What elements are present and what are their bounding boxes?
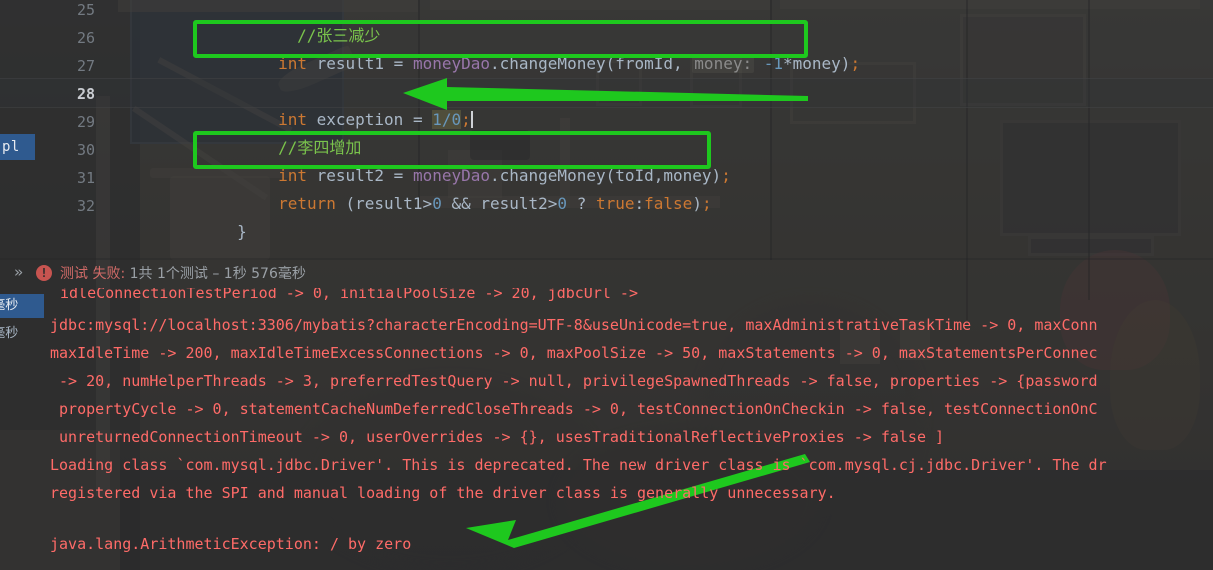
semicolon-3: ; xyxy=(721,166,731,185)
test-status-text: 测试 失败: 1共 1个测试 – 1秒 576毫秒 xyxy=(60,263,306,283)
test-status-detail: 1共 1个测试 – 1秒 576毫秒 xyxy=(125,266,306,282)
kw-int: int xyxy=(278,54,307,73)
call-changeMoney: .changeMoney(fromId, xyxy=(490,54,693,73)
close-paren: ) xyxy=(692,194,702,213)
test-status-failed-label: 测试 失败: xyxy=(60,266,126,282)
line-number: 25 xyxy=(76,1,95,19)
line-number: 30 xyxy=(76,141,95,159)
test-tree-item-selected[interactable]: 5毫秒 xyxy=(0,294,44,318)
test-tree-item[interactable]: 6毫秒 xyxy=(0,322,44,346)
line-number: 32 xyxy=(76,197,95,215)
code-line-26: int result1 = moneyDao.changeMoney(fromI… xyxy=(201,22,860,73)
num-minus-one: -1 xyxy=(763,54,783,73)
line-number-active: 28 xyxy=(76,85,95,103)
cond-part-2: && result2> xyxy=(441,194,558,213)
code-line-28: int exception = 1/0; xyxy=(201,78,473,129)
text-caret xyxy=(470,111,473,128)
closing-brace: } xyxy=(237,222,247,241)
num-zero-2: 0 xyxy=(557,194,568,213)
kw-true: true xyxy=(595,194,635,213)
ide-window: 25 26 27 28 29 30 31 32 pl //张三减少 int re… xyxy=(0,0,1213,570)
semicolon: ; xyxy=(850,54,861,73)
line-number: 27 xyxy=(76,57,95,75)
console-line-exception: java.lang.ArithmeticException: / by zero xyxy=(50,535,412,553)
console-line: registered via the SPI and manual loadin… xyxy=(50,484,836,502)
editor-gutter[interactable]: 25 26 27 28 29 30 31 32 xyxy=(0,0,105,258)
console-line: maxIdleTime -> 200, maxIdleTimeExcessCon… xyxy=(50,344,1098,362)
cond-part-1: (result1> xyxy=(335,194,433,213)
line-number: 29 xyxy=(76,113,95,131)
kw-return: return xyxy=(278,194,336,213)
line-number: 31 xyxy=(76,169,95,187)
expr-one-over-zero: 1/0 xyxy=(432,110,462,129)
kw-false: false xyxy=(644,194,693,213)
console-line: jdbc:mysql://localhost:3306/mybatis?char… xyxy=(50,316,1098,334)
num-zero-1: 0 xyxy=(432,194,442,213)
console-line: unreturnedConnectionTimeout -> 0, userOv… xyxy=(50,428,945,446)
semicolon-2: ; xyxy=(461,110,471,129)
console-line: idleConnectionTestPeriod -> 0, initialPo… xyxy=(60,288,638,302)
expr-money: *money) xyxy=(783,54,851,73)
console-line: -> 20, numHelperThreads -> 3, preferredT… xyxy=(50,372,1098,390)
field-moneyDao: moneyDao xyxy=(412,54,490,73)
test-tree-panel[interactable]: 5毫秒 6毫秒 xyxy=(0,288,44,570)
code-line-32: } xyxy=(160,190,247,241)
code-line-30: int result2 = moneyDao.changeMoney(toId,… xyxy=(201,134,731,185)
param-hint-money: money: xyxy=(692,54,755,73)
assign-op-2: = xyxy=(412,110,433,129)
error-icon: ! xyxy=(36,265,52,281)
line-number: 26 xyxy=(76,29,95,47)
assign-op: = xyxy=(393,54,413,73)
ternary-op: ? xyxy=(567,194,596,213)
console-scrollbar[interactable] xyxy=(1206,288,1213,570)
var-result1: result1 xyxy=(306,54,394,73)
editor-tab-fragment[interactable]: pl xyxy=(0,134,35,160)
code-line-29: //李四增加 xyxy=(201,106,361,157)
code-line-31: return (result1>0 && result2>0 ? true:fa… xyxy=(201,162,712,213)
code-text-area[interactable]: //张三减少 int result1 = moneyDao.changeMone… xyxy=(105,0,1213,258)
expand-chevron-icon[interactable]: » xyxy=(14,263,23,281)
colon: : xyxy=(634,194,645,213)
code-editor[interactable]: 25 26 27 28 29 30 31 32 pl //张三减少 int re… xyxy=(0,0,1213,258)
console-line: Loading class `com.mysql.jdbc.Driver'. T… xyxy=(50,456,1107,474)
test-status-bar: » ! 测试 失败: 1共 1个测试 – 1秒 576毫秒 xyxy=(0,258,1213,288)
console-output[interactable]: idleConnectionTestPeriod -> 0, initialPo… xyxy=(44,288,1213,570)
semicolon-4: ; xyxy=(701,194,712,213)
console-line: propertyCycle -> 0, statementCacheNumDef… xyxy=(50,400,1098,418)
code-line-25: //张三减少 xyxy=(220,0,380,45)
